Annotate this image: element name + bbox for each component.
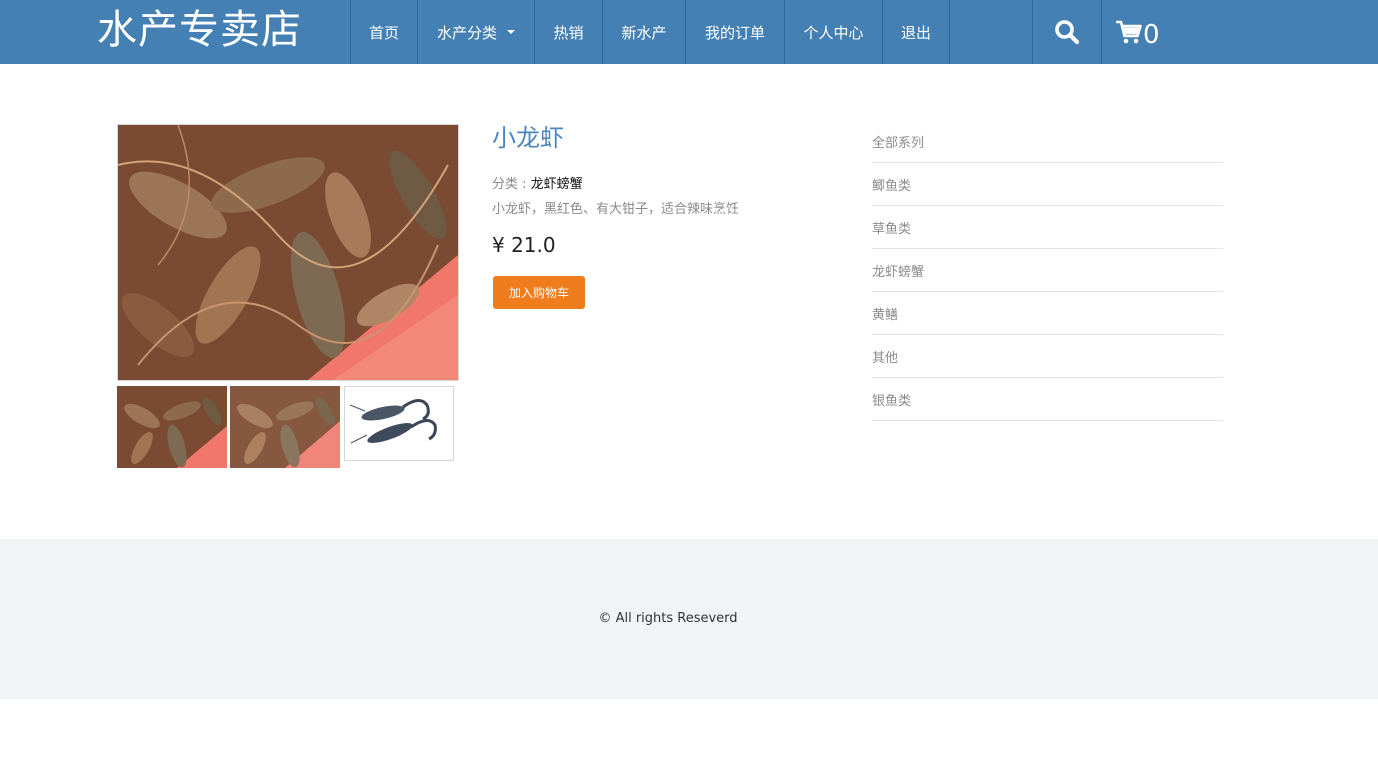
nav-logout-label: 退出 bbox=[900, 23, 931, 42]
cart-button[interactable]: 0 bbox=[1102, 0, 1182, 64]
nav-hot-label: 热销 bbox=[553, 23, 584, 42]
shopping-cart-icon bbox=[1116, 20, 1142, 44]
top-navbar: 水产专卖店 首页 水产分类 热销 新水产 我的订单 个人中心 退出 0 bbox=[0, 0, 1378, 64]
category-item-crayfish-crab[interactable]: 龙虾螃蟹 bbox=[872, 249, 1223, 292]
product-thumbnail-3[interactable] bbox=[344, 386, 454, 461]
crayfish-white-background-photo bbox=[345, 387, 453, 460]
site-brand[interactable]: 水产专卖店 bbox=[97, 4, 302, 56]
product-main-image bbox=[117, 124, 459, 381]
add-to-cart-button[interactable]: 加入购物车 bbox=[493, 276, 585, 309]
product-thumbnail-2[interactable] bbox=[230, 386, 340, 468]
nav-my-orders[interactable]: 我的订单 bbox=[685, 0, 784, 64]
category-item-crucian[interactable]: 鲫鱼类 bbox=[872, 163, 1223, 206]
product-description: 小龙虾，黑红色、有大钳子，适合辣味烹饪 bbox=[492, 202, 740, 217]
category-item-eel[interactable]: 黄鳝 bbox=[872, 292, 1223, 335]
nav-new-label: 新水产 bbox=[621, 23, 667, 42]
nav-categories-label: 水产分类 bbox=[436, 23, 497, 42]
product-thumbnail-1[interactable] bbox=[117, 386, 227, 468]
page-footer: © All rights Reseverd bbox=[0, 539, 1378, 699]
product-title: 小龙虾 bbox=[492, 124, 564, 152]
nav-user-center-label: 个人中心 bbox=[803, 23, 864, 42]
search-button[interactable] bbox=[1032, 0, 1102, 64]
crayfish-pile-photo bbox=[118, 125, 458, 380]
nav-home[interactable]: 首页 bbox=[350, 0, 417, 64]
nav-home-label: 首页 bbox=[368, 23, 399, 42]
product-price: ¥ 21.0 bbox=[492, 233, 556, 257]
nav-hot[interactable]: 热销 bbox=[534, 0, 602, 64]
product-category-label: 分类 : bbox=[492, 177, 531, 192]
copyright-text: © All rights Reseverd bbox=[598, 611, 738, 626]
product-category-link[interactable]: 龙虾螃蟹 bbox=[531, 177, 583, 192]
chevron-down-icon bbox=[507, 30, 515, 34]
category-list: 全部系列 鲫鱼类 草鱼类 龙虾螃蟹 黄鳝 其他 银鱼类 bbox=[872, 120, 1223, 421]
nav-logout[interactable]: 退出 bbox=[882, 0, 950, 64]
category-item-other[interactable]: 其他 bbox=[872, 335, 1223, 378]
product-category: 分类 : 龙虾螃蟹 bbox=[492, 173, 583, 192]
nav-categories-dropdown[interactable]: 水产分类 bbox=[417, 0, 534, 64]
category-item-whitebait[interactable]: 银鱼类 bbox=[872, 378, 1223, 421]
category-item-all[interactable]: 全部系列 bbox=[872, 120, 1223, 163]
cart-count: 0 bbox=[1143, 20, 1160, 50]
nav-user-center[interactable]: 个人中心 bbox=[784, 0, 882, 64]
nav-new[interactable]: 新水产 bbox=[602, 0, 685, 64]
main-nav: 首页 水产分类 热销 新水产 我的订单 个人中心 退出 bbox=[350, 0, 950, 64]
crayfish-pile-photo bbox=[117, 386, 227, 468]
category-item-grass-carp[interactable]: 草鱼类 bbox=[872, 206, 1223, 249]
nav-my-orders-label: 我的订单 bbox=[704, 23, 765, 42]
search-icon bbox=[1055, 20, 1080, 45]
crayfish-pile-photo bbox=[230, 386, 340, 468]
